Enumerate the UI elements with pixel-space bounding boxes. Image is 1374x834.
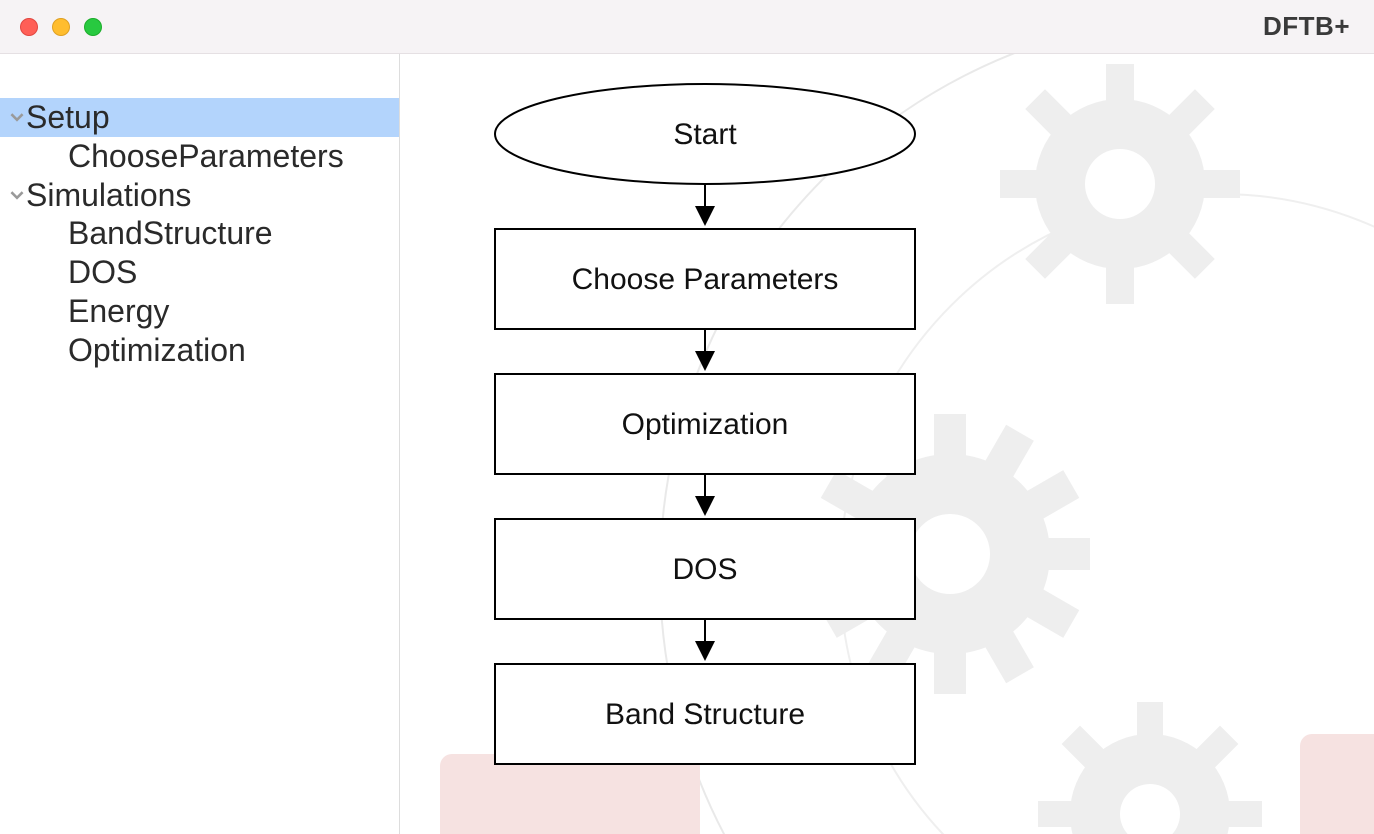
close-window-button[interactable] (20, 18, 38, 36)
tree-item-label: Optimization (68, 332, 246, 369)
flow-node-label: Optimization (622, 408, 789, 441)
flow-node-label: Start (673, 118, 737, 151)
tree-item-bandstructure[interactable]: BandStructure (0, 214, 399, 253)
tree-item-simulations[interactable]: Simulations (0, 176, 399, 215)
flow-node-choose-parameters[interactable]: Choose Parameters (495, 229, 915, 329)
window-controls (20, 18, 102, 36)
tree-item-label: ChooseParameters (68, 138, 344, 175)
tree-item-optimization[interactable]: Optimization (0, 331, 399, 370)
tree-item-label: Setup (26, 99, 110, 136)
flow-node-label: Band Structure (605, 698, 805, 731)
window-title: DFTB+ (1263, 11, 1350, 42)
titlebar: DFTB+ (0, 0, 1374, 54)
content-area: Setup ChooseParameters Simulations BandS… (0, 54, 1374, 834)
chevron-down-icon (8, 110, 26, 124)
tree-item-label: DOS (68, 254, 137, 291)
flowchart-diagram: Start Choose Parameters Optimization DOS (465, 74, 985, 834)
tree-item-chooseparameters[interactable]: ChooseParameters (0, 137, 399, 176)
flow-node-start[interactable]: Start (495, 84, 915, 184)
tree-item-label: Energy (68, 293, 169, 330)
flow-node-band-structure[interactable]: Band Structure (495, 664, 915, 764)
minimize-window-button[interactable] (52, 18, 70, 36)
main-canvas: Start Choose Parameters Optimization DOS (400, 54, 1374, 834)
tree-item-dos[interactable]: DOS (0, 253, 399, 292)
sidebar: Setup ChooseParameters Simulations BandS… (0, 54, 400, 834)
maximize-window-button[interactable] (84, 18, 102, 36)
tree-item-label: BandStructure (68, 215, 273, 252)
tree-item-setup[interactable]: Setup (0, 98, 399, 137)
flow-node-dos[interactable]: DOS (495, 519, 915, 619)
flow-node-optimization[interactable]: Optimization (495, 374, 915, 474)
flow-node-label: Choose Parameters (572, 263, 839, 296)
tree-item-energy[interactable]: Energy (0, 292, 399, 331)
chevron-down-icon (8, 188, 26, 202)
flow-node-label: DOS (672, 553, 737, 586)
tree-item-label: Simulations (26, 177, 191, 214)
